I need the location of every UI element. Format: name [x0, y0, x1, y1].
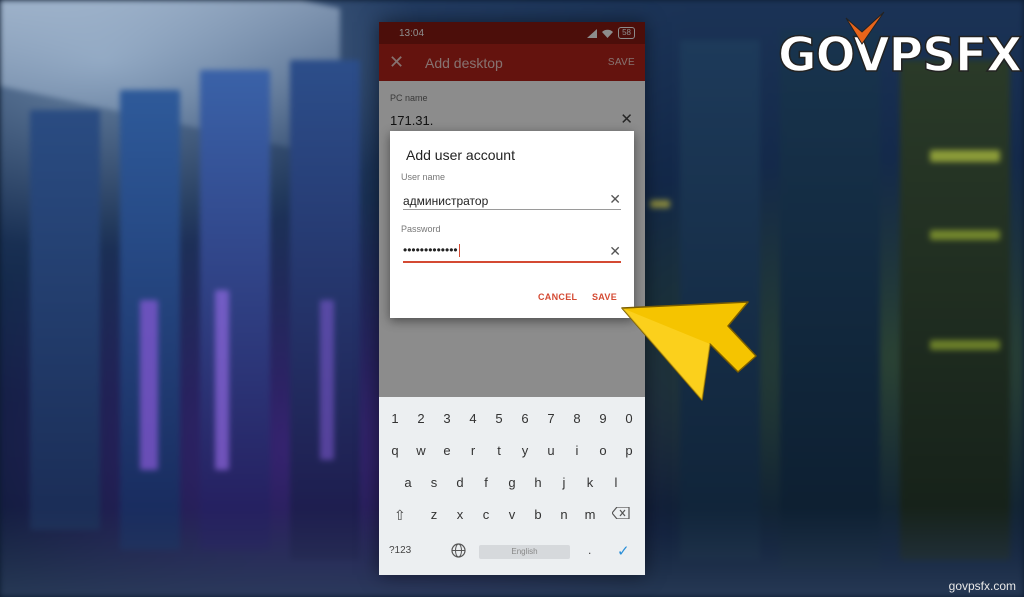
- key-a[interactable]: a: [395, 475, 421, 490]
- key-7[interactable]: 7: [538, 411, 564, 426]
- key-f[interactable]: f: [473, 475, 499, 490]
- key-e[interactable]: e: [434, 443, 460, 458]
- dialog-title: Add user account: [406, 147, 515, 163]
- keyboard-row-numbers: 1234567890: [379, 411, 645, 426]
- save-button[interactable]: SAVE: [592, 292, 617, 302]
- symbols-key[interactable]: ?123: [389, 545, 411, 556]
- phone-screen: 13:04 58 ✕ Add desktop SAVE PC name 171.…: [379, 22, 645, 575]
- username-underline: [403, 209, 621, 210]
- key-p[interactable]: p: [616, 443, 642, 458]
- key-8[interactable]: 8: [564, 411, 590, 426]
- logo-check-icon: [845, 11, 885, 45]
- key-9[interactable]: 9: [590, 411, 616, 426]
- key-d[interactable]: d: [447, 475, 473, 490]
- key-o[interactable]: o: [590, 443, 616, 458]
- key-6[interactable]: 6: [512, 411, 538, 426]
- govpsfx-logo: GOVPSFX: [777, 10, 1023, 86]
- key-y[interactable]: y: [512, 443, 538, 458]
- key-b[interactable]: b: [525, 507, 551, 522]
- key-c[interactable]: c: [473, 507, 499, 522]
- watermark-url: govpsfx.com: [948, 579, 1016, 593]
- password-label: Password: [401, 224, 441, 234]
- key-w[interactable]: w: [408, 443, 434, 458]
- checkmark-icon[interactable]: ✓: [617, 542, 630, 560]
- key-3[interactable]: 3: [434, 411, 460, 426]
- key-i[interactable]: i: [564, 443, 590, 458]
- key-k[interactable]: k: [577, 475, 603, 490]
- username-label: User name: [401, 172, 446, 182]
- add-user-account-dialog: Add user account User name администратор…: [390, 131, 634, 318]
- cancel-button[interactable]: CANCEL: [538, 292, 577, 302]
- key-n[interactable]: n: [551, 507, 577, 522]
- key-v[interactable]: v: [499, 507, 525, 522]
- keyboard-row-asdf: asdfghjkl: [379, 475, 645, 490]
- username-field[interactable]: администратор: [403, 194, 488, 208]
- key-h[interactable]: h: [525, 475, 551, 490]
- key-1[interactable]: 1: [382, 411, 408, 426]
- logo-text: GOVPSFX: [777, 27, 1023, 84]
- period-key[interactable]: .: [588, 543, 591, 557]
- password-dots: •••••••••••••: [403, 243, 458, 257]
- key-l[interactable]: l: [603, 475, 629, 490]
- username-clear-icon[interactable]: ✕: [609, 191, 621, 208]
- space-bar[interactable]: English: [479, 545, 570, 559]
- key-t[interactable]: t: [486, 443, 512, 458]
- key-2[interactable]: 2: [408, 411, 434, 426]
- key-q[interactable]: q: [382, 443, 408, 458]
- backspace-icon[interactable]: [611, 506, 630, 522]
- key-0[interactable]: 0: [616, 411, 642, 426]
- key-x[interactable]: x: [447, 507, 473, 522]
- pointer-arrow-icon: [621, 301, 757, 401]
- shift-icon[interactable]: ⇧: [394, 507, 406, 524]
- globe-icon[interactable]: [451, 543, 466, 561]
- key-m[interactable]: m: [577, 507, 603, 522]
- text-cursor: [458, 244, 461, 258]
- key-g[interactable]: g: [499, 475, 525, 490]
- key-4[interactable]: 4: [460, 411, 486, 426]
- key-u[interactable]: u: [538, 443, 564, 458]
- password-clear-icon[interactable]: ✕: [609, 243, 621, 260]
- soft-keyboard: 1234567890 qwertyuiop asdfghjkl zxcvbnm …: [379, 397, 645, 575]
- password-field[interactable]: •••••••••••••: [403, 243, 461, 258]
- keyboard-row-zxcv: zxcvbnm: [379, 507, 645, 522]
- keyboard-row-qwerty: qwertyuiop: [379, 443, 645, 458]
- key-s[interactable]: s: [421, 475, 447, 490]
- password-underline: [403, 261, 621, 263]
- key-z[interactable]: z: [421, 507, 447, 522]
- key-j[interactable]: j: [551, 475, 577, 490]
- key-r[interactable]: r: [460, 443, 486, 458]
- key-5[interactable]: 5: [486, 411, 512, 426]
